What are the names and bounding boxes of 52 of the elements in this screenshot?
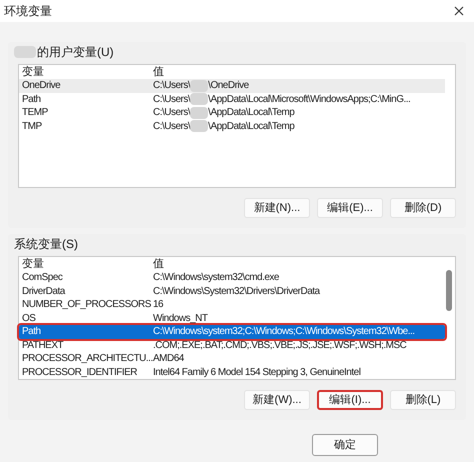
window-title: 环境变量 <box>4 3 52 20</box>
column-header[interactable]: 值 <box>153 257 164 271</box>
variable-name: OS <box>22 312 36 325</box>
list-row[interactable]: Path C:\Windows\system32;C:\Windows;C:\Windows\System32\Wbe... <box>19 325 445 338</box>
variable-name: ComSpec <box>22 271 64 284</box>
list-row[interactable]: PROCESSOR_ARCHITECTU...AMD64 <box>19 352 445 366</box>
ok-button[interactable]: 确定 <box>312 434 378 456</box>
dialog-button[interactable]: 删除(D) <box>390 198 456 218</box>
variable-value: C:\Windows\System32\Drivers\DriverData <box>153 284 320 298</box>
variable-name: TMP <box>22 120 43 133</box>
variable-name: PROCESSOR_ARCHITECTU... <box>22 352 153 366</box>
variable-name: TEMP <box>22 106 49 120</box>
list-row[interactable]: DriverData C:\Windows\System32\Drivers\DriverData <box>19 284 445 298</box>
column-header[interactable]: 变量 <box>22 65 153 79</box>
close-icon[interactable] <box>454 6 464 16</box>
variable-value: .COM;.EXE;.BAT;.CMD;.VBS;.VBE;.JS;.JSE;.WSF;.WSH;.MSC <box>153 338 406 352</box>
list-row[interactable]: NUMBER_OF_PROCESSORS 16 <box>19 298 445 312</box>
variable-value: Windows_NT <box>153 312 208 325</box>
variable-value: 16 <box>153 298 164 312</box>
list-row[interactable]: OS Windows_NT <box>19 312 445 325</box>
dialog-button[interactable]: 编辑(E)... <box>317 198 383 218</box>
group-label: 的用户变量(U) <box>37 44 114 61</box>
variable-value: AMD64 <box>153 352 184 366</box>
column-header[interactable]: 变量 <box>22 257 153 271</box>
column-header[interactable]: 值 <box>153 65 164 79</box>
variable-name: DriverData <box>22 284 66 298</box>
list-row[interactable]: PATHEXT .COM;.EXE;.BAT;.CMD;.VBS;.VBE;.JS;.JSE;.WSF;.WSH;.MSC <box>19 338 445 352</box>
variable-value: C:\Users\ \AppData\Local\Microsoft\WindowsApps;C:\MinG... <box>153 92 410 106</box>
variable-value: C:\Users\ \AppData\Local\Temp <box>153 106 294 120</box>
variable-value: C:\Windows\system32\cmd.exe <box>153 271 279 284</box>
list-row[interactable]: PROCESSOR_IDENTIFIER Intel64 Family 6 Model 154 Stepping 3, GenuineIntel <box>19 366 445 379</box>
dialog-button[interactable]: 编辑(I)... <box>317 390 383 410</box>
variable-name: PATHEXT <box>22 338 64 352</box>
scrollbar[interactable] <box>446 270 452 311</box>
variable-name: NUMBER_OF_PROCESSORS <box>22 298 152 312</box>
variable-name: Path <box>22 92 42 106</box>
variable-value: C:\Users\ \AppData\Local\Temp <box>153 120 294 133</box>
variable-name: OneDrive <box>22 79 62 92</box>
variable-name: Path <box>22 325 42 338</box>
list-row[interactable]: ComSpec C:\Windows\system32\cmd.exe <box>19 271 445 284</box>
variable-value: C:\Users\ \OneDrive <box>153 79 249 92</box>
variable-value: C:\Windows\system32;C:\Windows;C:\Windows\System32\Wbe... <box>153 325 415 338</box>
list-row[interactable]: TEMP C:\Users\ \AppData\Local\Temp <box>19 106 445 120</box>
dialog-button[interactable]: 新建(W)... <box>244 390 310 410</box>
list-row[interactable]: OneDrive C:\Users\ \OneDrive <box>19 79 445 92</box>
variable-name: PROCESSOR_IDENTIFIER <box>22 366 138 379</box>
dialog-button[interactable]: 删除(L) <box>390 390 456 410</box>
list-row[interactable]: Path C:\Users\ \AppData\Local\Microsoft\WindowsApps;C:\MinG... <box>19 92 445 106</box>
variable-value: Intel64 Family 6 Model 154 Stepping 3, GenuineIntel <box>153 366 360 379</box>
list-row[interactable]: TMP C:\Users\ \AppData\Local\Temp <box>19 120 445 133</box>
group-label: 系统变量(S) <box>14 236 78 253</box>
dialog-button[interactable]: 新建(N)... <box>244 198 310 218</box>
